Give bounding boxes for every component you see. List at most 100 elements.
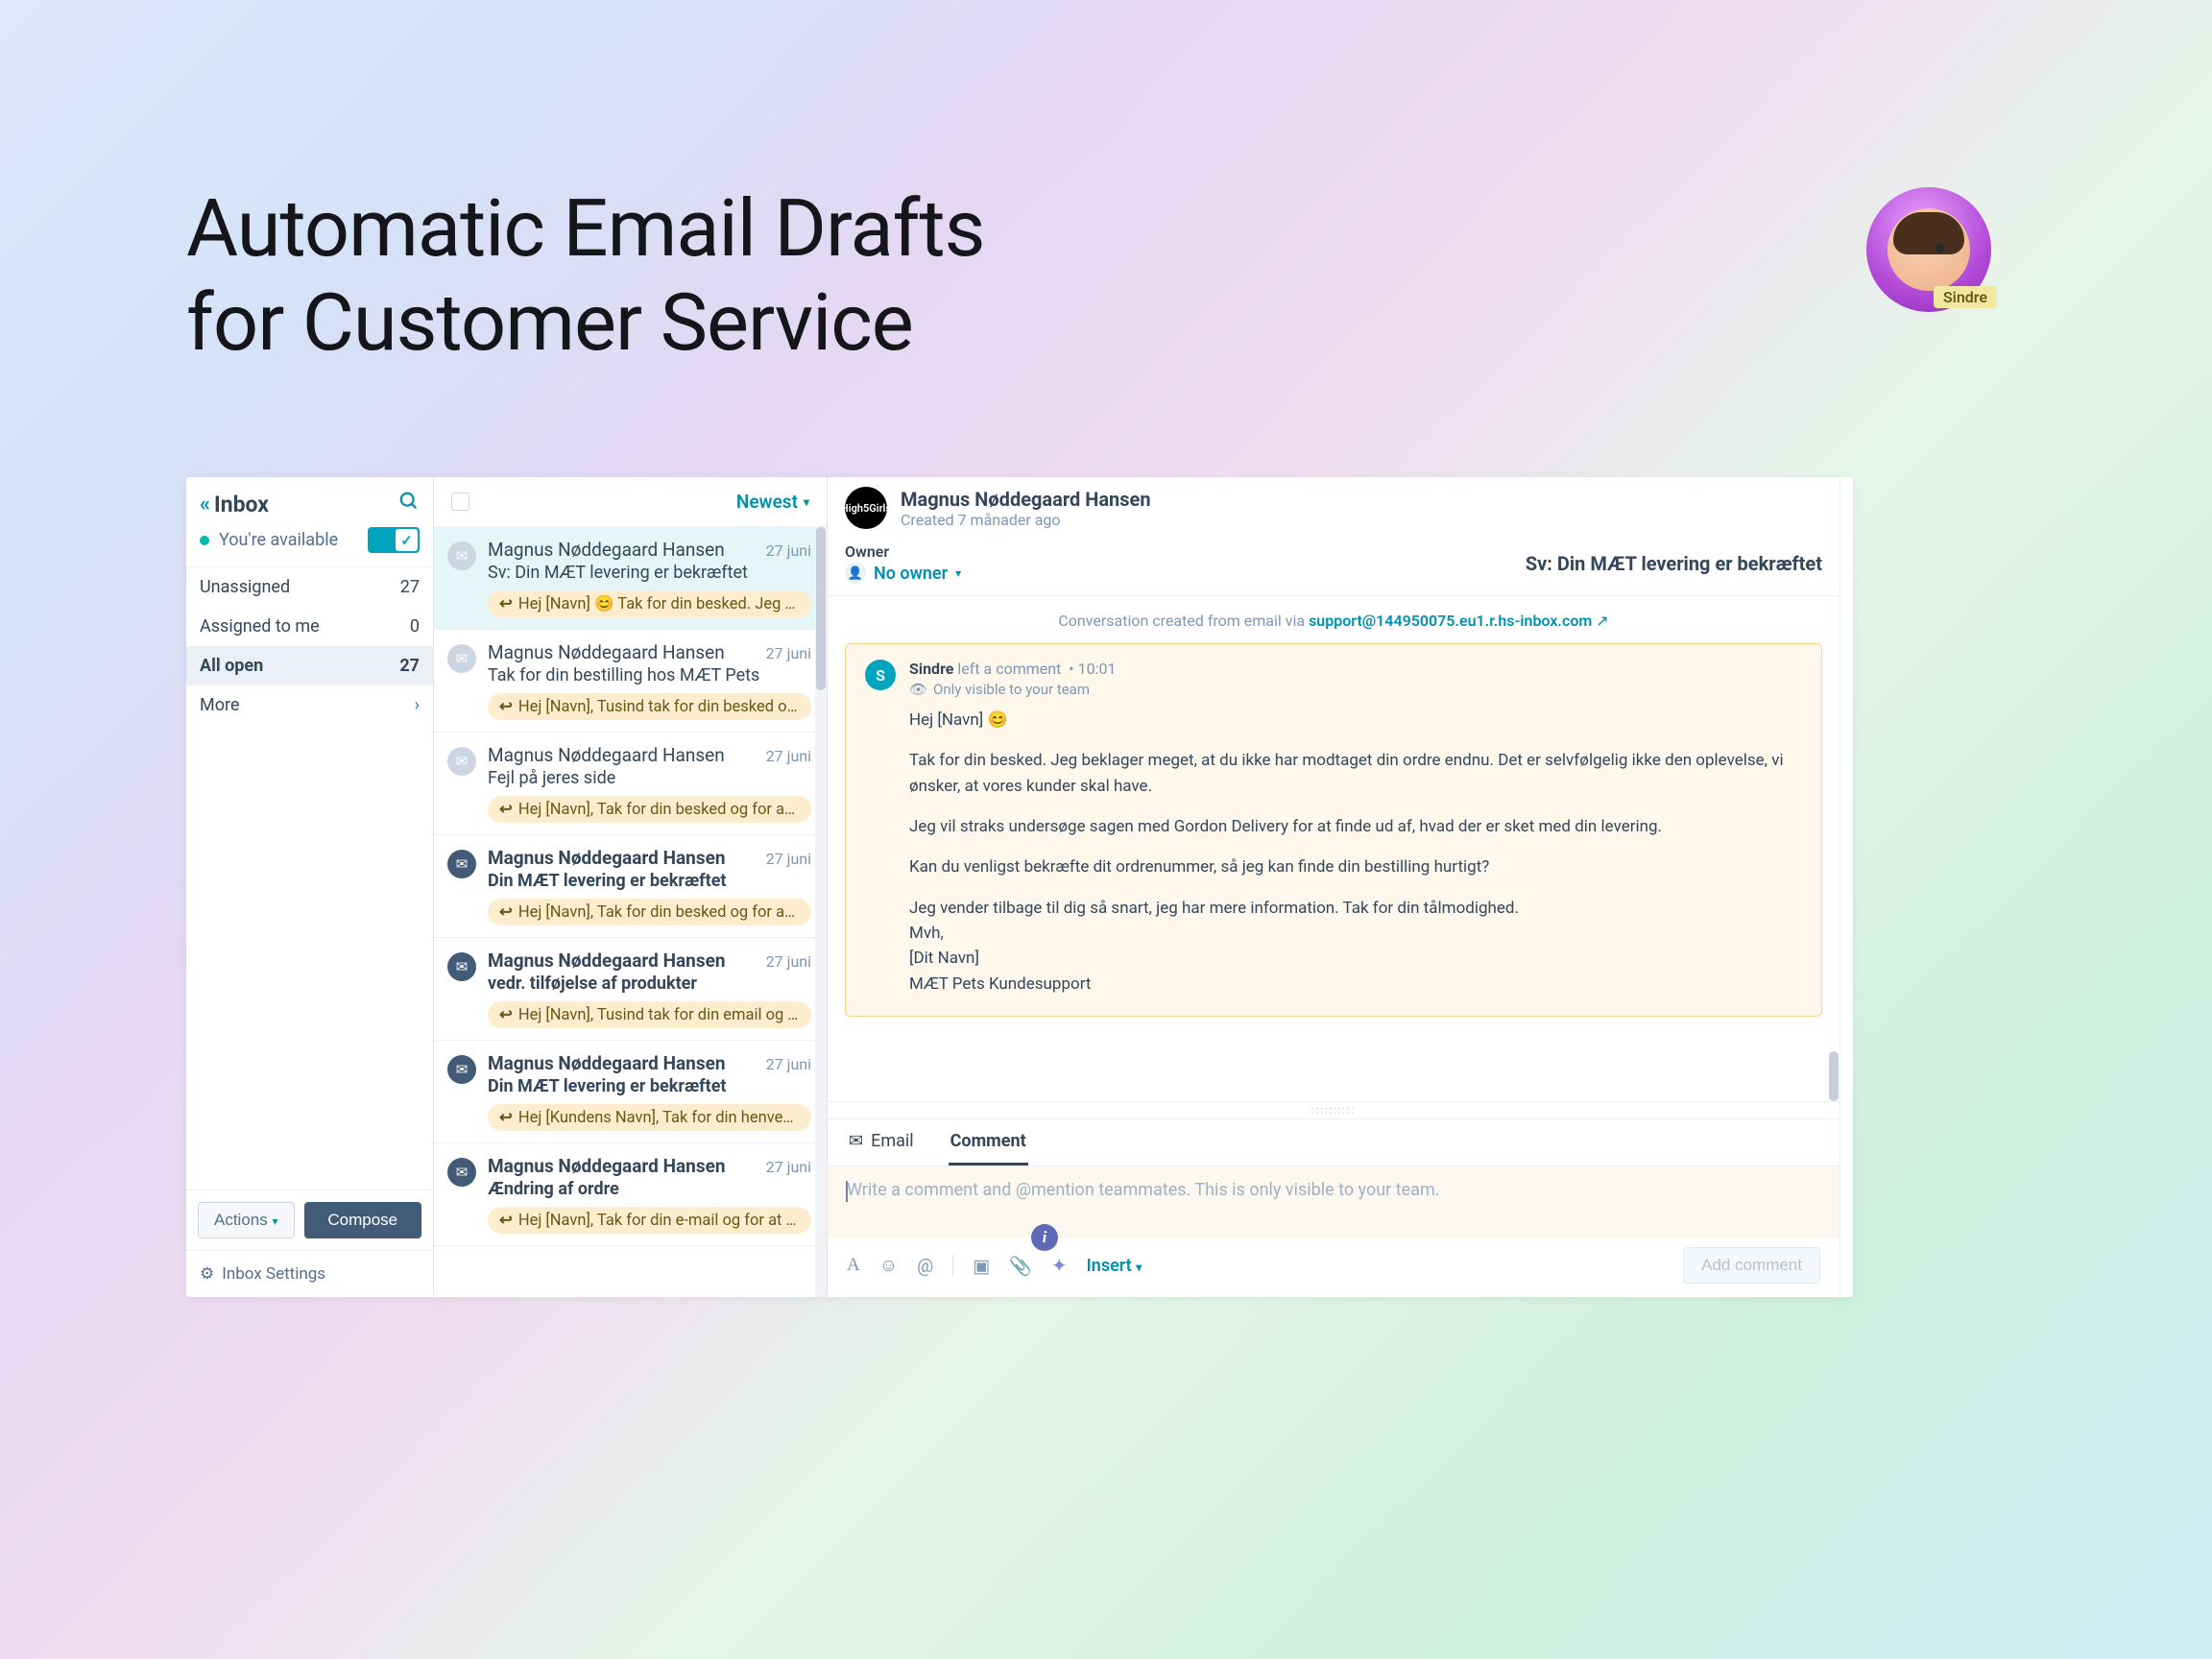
- inbox-title: Inbox: [214, 492, 389, 517]
- author-avatar: Sindre: [1866, 187, 1991, 312]
- resize-handle[interactable]: ::::::::::: [828, 1101, 1839, 1118]
- email-channel-icon: ✉: [447, 541, 476, 570]
- comment-card: S Sindre left a comment • 10:01 👁 Only v…: [845, 643, 1822, 1017]
- thread-draft-preview: ↩ Hej [Navn], Tusind tak for din email o…: [488, 1001, 811, 1028]
- email-channel-icon: ✉: [447, 644, 476, 673]
- thread-item[interactable]: ✉ Magnus Nøddegaard Hansen 27 juni vedr.…: [434, 938, 827, 1041]
- external-link-icon: ↗: [1596, 612, 1608, 630]
- thread-item[interactable]: ✉ Magnus Nøddegaard Hansen 27 juni Tak f…: [434, 630, 827, 733]
- hero-title: Automatic Email Drafts for Customer Serv…: [186, 182, 984, 371]
- thread-scrollbar[interactable]: [815, 527, 827, 1297]
- thread-draft-preview: ↩ Hej [Navn], Tak for din besked og for …: [488, 899, 811, 926]
- thread-subject: Din MÆT levering er bekræftet: [488, 1076, 811, 1096]
- owner-label: Owner: [845, 542, 961, 561]
- sort-dropdown[interactable]: Newest▾: [736, 491, 809, 513]
- attachment-icon[interactable]: 📎: [1009, 1255, 1032, 1277]
- thread-subject: Ændring af ordre: [488, 1179, 811, 1199]
- inbox-settings-link[interactable]: ⚙ Inbox Settings: [186, 1250, 433, 1297]
- contact-avatar[interactable]: High5Girls: [845, 487, 887, 529]
- sidebar: « Inbox You're available ✓ Unassigned27A…: [186, 477, 434, 1297]
- conversation-scrollbar[interactable]: [1828, 596, 1839, 1101]
- search-icon[interactable]: [398, 491, 420, 517]
- comment-signoff: Mvh,[Dit Navn]MÆT Pets Kundesupport: [909, 921, 1802, 997]
- thread-draft-preview: ↩ Hej [Navn] 😊 Tak for din besked. Jeg b…: [488, 590, 811, 617]
- thread-sender: Magnus Nøddegaard Hansen: [488, 950, 726, 972]
- origin-email-link[interactable]: support@144950075.eu1.r.hs-inbox.com: [1309, 612, 1592, 630]
- thread-sender: Magnus Nøddegaard Hansen: [488, 744, 725, 766]
- comment-paragraph: Jeg vender tilbage til dig så snart, jeg…: [909, 896, 1802, 921]
- thread-sender: Magnus Nøddegaard Hansen: [488, 641, 725, 663]
- comment-paragraph: Tak for din besked. Jeg beklager meget, …: [909, 748, 1802, 799]
- contact-name[interactable]: Magnus Nøddegaard Hansen: [901, 488, 1151, 511]
- comment-author-avatar[interactable]: S: [865, 660, 896, 690]
- thread-draft-preview: ↩ Hej [Navn], Tak for din besked og for …: [488, 796, 811, 823]
- conversation-origin: Conversation created from email via supp…: [845, 596, 1822, 643]
- select-all-checkbox[interactable]: [451, 493, 469, 511]
- reply-icon: ↩: [499, 594, 513, 613]
- compose-button[interactable]: Compose: [304, 1202, 421, 1238]
- text-format-icon[interactable]: A: [847, 1255, 860, 1276]
- comment-visibility: 👁 Only visible to your team: [909, 681, 1802, 698]
- comment-greeting: Hej [Navn] 😊: [909, 708, 1802, 733]
- availability-toggle[interactable]: ✓: [368, 527, 420, 553]
- sidebar-item-unassigned[interactable]: Unassigned27: [186, 567, 433, 607]
- sidebar-item-more[interactable]: More›: [186, 685, 433, 725]
- thread-subject: Fejl på jeres side: [488, 768, 811, 788]
- thread-date: 27 juni: [766, 1055, 811, 1073]
- hero-title-line1: Automatic Email Drafts: [186, 182, 984, 276]
- thread-item[interactable]: ✉ Magnus Nøddegaard Hansen 27 juni Ændri…: [434, 1143, 827, 1246]
- tab-email[interactable]: ✉ Email: [847, 1119, 916, 1166]
- owner-dropdown[interactable]: 👤 No owner ▾: [845, 563, 961, 584]
- reply-icon: ↩: [499, 1108, 513, 1127]
- reply-icon: ↩: [499, 902, 513, 922]
- eye-icon: 👁: [909, 681, 927, 698]
- availability-label: You're available: [219, 530, 338, 550]
- helpdesk-app: « Inbox You're available ✓ Unassigned27A…: [186, 477, 1853, 1297]
- email-channel-icon: ✉: [447, 747, 476, 776]
- thread-sender: Magnus Nøddegaard Hansen: [488, 1052, 726, 1074]
- ai-info-badge[interactable]: i: [1031, 1224, 1058, 1251]
- mention-icon[interactable]: @: [917, 1255, 933, 1277]
- insert-dropdown[interactable]: Insert ▾: [1087, 1256, 1142, 1276]
- hero-title-line2: for Customer Service: [186, 276, 984, 371]
- comment-paragraph: Kan du venligst bekræfte dit ordrenummer…: [909, 854, 1802, 879]
- thread-subject: Din MÆT levering er bekræftet: [488, 871, 811, 891]
- thread-date: 27 juni: [766, 1158, 811, 1176]
- thread-sender: Magnus Nøddegaard Hansen: [488, 847, 726, 869]
- emoji-icon[interactable]: ☺: [879, 1254, 898, 1277]
- thread-item[interactable]: ✉ Magnus Nøddegaard Hansen 27 juni Din M…: [434, 835, 827, 938]
- person-icon: 👤: [845, 563, 866, 584]
- tab-comment[interactable]: Comment: [949, 1119, 1028, 1166]
- details-sidebar-peek[interactable]: [1839, 477, 1853, 1297]
- comment-textarea[interactable]: Write a comment and @mention teammates. …: [828, 1166, 1839, 1238]
- thread-draft-preview: ↩ Hej [Kundens Navn], Tak for din henven…: [488, 1104, 811, 1131]
- image-icon[interactable]: ▣: [973, 1255, 990, 1277]
- reply-icon: ↩: [499, 1005, 513, 1024]
- thread-subject: Tak for din bestilling hos MÆT Pets: [488, 665, 811, 685]
- collapse-sidebar-icon[interactable]: «: [200, 493, 204, 517]
- conversation-panel: High5Girls Magnus Nøddegaard Hansen Crea…: [828, 477, 1839, 1297]
- conversation-subject: Sv: Din MÆT levering er bekræftet: [1526, 552, 1822, 575]
- thread-sender: Magnus Nøddegaard Hansen: [488, 1155, 726, 1177]
- reply-icon: ↩: [499, 697, 513, 716]
- reply-icon: ↩: [499, 800, 513, 819]
- comment-header: Sindre left a comment • 10:01: [909, 660, 1802, 678]
- ai-assist-icon[interactable]: ✦: [1051, 1254, 1068, 1277]
- thread-date: 27 juni: [766, 541, 811, 560]
- thread-sender: Magnus Nøddegaard Hansen: [488, 539, 725, 561]
- thread-item[interactable]: ✉ Magnus Nøddegaard Hansen 27 juni Din M…: [434, 1041, 827, 1143]
- sidebar-item-assigned-to-me[interactable]: Assigned to me0: [186, 607, 433, 646]
- thread-date: 27 juni: [766, 850, 811, 868]
- thread-subject: Sv: Din MÆT levering er bekræftet: [488, 563, 811, 583]
- thread-list-panel: Newest▾ ✉ Magnus Nøddegaard Hansen 27 ju…: [434, 477, 828, 1297]
- chevron-right-icon: ›: [415, 695, 420, 715]
- thread-item[interactable]: ✉ Magnus Nøddegaard Hansen 27 juni Sv: D…: [434, 527, 827, 630]
- sidebar-item-all-open[interactable]: All open27: [186, 646, 433, 685]
- sidebar-nav-list: Unassigned27Assigned to me0All open27Mor…: [186, 566, 433, 725]
- thread-date: 27 juni: [766, 644, 811, 662]
- email-channel-icon: ✉: [447, 952, 476, 981]
- add-comment-button[interactable]: Add comment: [1683, 1247, 1820, 1284]
- comment-time: 10:01: [1078, 660, 1117, 678]
- actions-button[interactable]: Actions ▾: [198, 1202, 295, 1238]
- thread-item[interactable]: ✉ Magnus Nøddegaard Hansen 27 juni Fejl …: [434, 733, 827, 835]
